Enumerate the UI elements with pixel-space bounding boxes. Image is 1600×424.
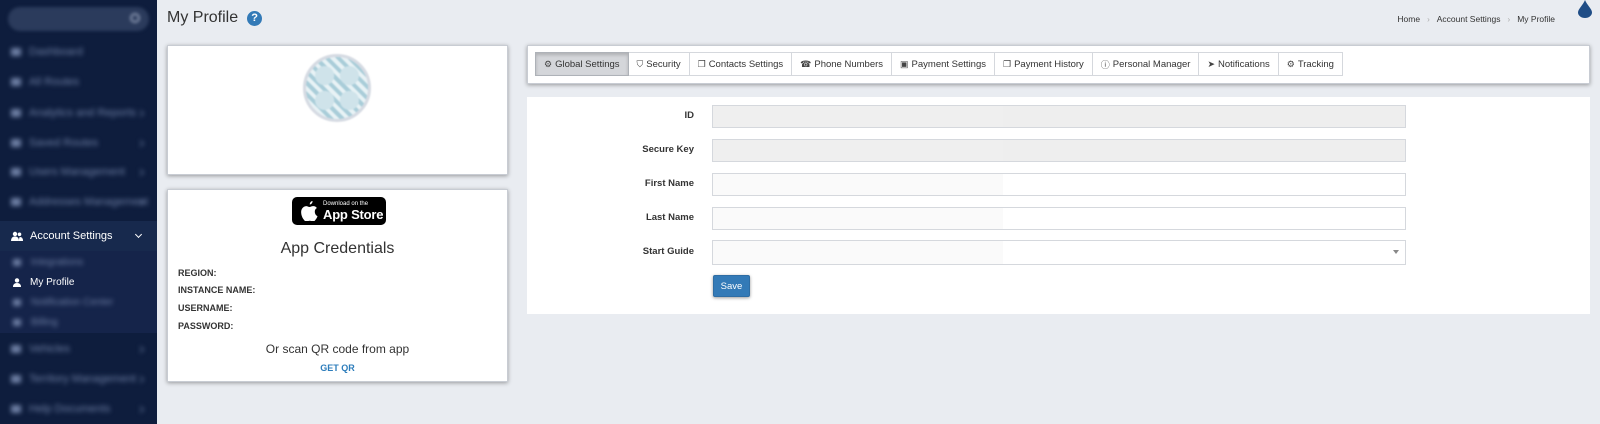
sidebar-item[interactable]: Addresses Management (0, 187, 157, 217)
global-settings-form: ID Secure Key First Name Last Name Start… (527, 97, 1590, 314)
secure-key-label: Secure Key (642, 144, 694, 155)
sidebar-subitem-label: My Profile (30, 276, 75, 288)
sidebar-item[interactable]: All Routes (0, 67, 157, 97)
sidebar-subitem[interactable]: Integrations (0, 252, 157, 272)
apple-icon (301, 201, 318, 221)
page-title-text: My Profile (167, 9, 239, 26)
credential-label: REGION: (178, 268, 217, 278)
save-button[interactable]: Save (713, 275, 750, 297)
breadcrumb-home[interactable]: Home (1397, 14, 1420, 24)
breadcrumb: Home › Account Settings › My Profile (1397, 14, 1555, 24)
sidebar-item[interactable]: Users Management (0, 157, 157, 187)
credential-label: PASSWORD: (178, 321, 234, 331)
first-name-label: First Name (644, 178, 694, 189)
sidebar-item[interactable]: Help Documents (0, 394, 157, 424)
profile-card (167, 45, 508, 175)
page-title: My Profile ? (167, 9, 263, 27)
users-icon (11, 231, 23, 241)
sidebar-item[interactable]: Analytics and Reports (0, 98, 157, 128)
tab-label: Notifications (1217, 58, 1270, 70)
sidebar-subitem[interactable]: Billing (0, 312, 157, 332)
app-store-big-text: App Store (323, 206, 384, 222)
sidebar-item[interactable]: Territory Management (0, 364, 157, 394)
tab-personal-manager[interactable]: ⓘ Personal Manager (1092, 52, 1200, 76)
start-guide-label: Start Guide (642, 246, 694, 257)
first-name-field[interactable] (712, 173, 1406, 196)
caret-down-icon (1393, 250, 1399, 254)
qr-instructions: Or scan QR code from app (265, 342, 410, 356)
sidebar-item-label: Account Settings (30, 230, 113, 242)
tab-tracking[interactable]: ⚙ Tracking (1278, 52, 1343, 76)
sidebar-item[interactable]: Dashboard (0, 37, 157, 67)
sidebar: Dashboard All Routes Analytics and Repor… (0, 0, 157, 424)
tab-label: Global Settings (555, 58, 620, 70)
tab-security[interactable]: ⛉ Security (628, 52, 690, 76)
app-credentials-card: Download on the App Store App Credential… (167, 189, 508, 382)
credential-label: INSTANCE NAME: (178, 285, 256, 295)
breadcrumb-separator-icon: › (1427, 14, 1430, 24)
phone-icon: ☎ (800, 58, 812, 69)
breadcrumb-separator-icon: › (1507, 14, 1511, 24)
user-icon (13, 277, 21, 287)
credentials-title: App Credentials (280, 240, 395, 257)
tab-contacts-settings[interactable]: ❐ Contacts Settings (689, 52, 793, 76)
tab-notifications[interactable]: ➤ Notifications (1199, 52, 1279, 76)
chevron-down-icon (134, 230, 143, 239)
search-icon (130, 13, 140, 23)
app-store-badge[interactable]: Download on the App Store (292, 197, 386, 225)
breadcrumb-current: My Profile (1517, 14, 1555, 24)
breadcrumb-account-settings[interactable]: Account Settings (1437, 14, 1501, 24)
copy-icon: ❐ (697, 58, 706, 69)
tab-label: Tracking (1297, 58, 1334, 70)
tab-label: Payment Settings (911, 58, 987, 70)
gears-icon: ⚙ (544, 58, 553, 69)
tab-label: Security (646, 58, 681, 70)
tab-phone-numbers[interactable]: ☎ Phone Numbers (792, 52, 893, 76)
credential-label: USERNAME: (178, 303, 233, 313)
avatar[interactable] (303, 54, 371, 122)
tab-label: Payment History (1014, 58, 1084, 70)
tab-label: Phone Numbers (814, 58, 884, 70)
copy-icon: ❐ (1003, 58, 1012, 69)
tab-payment-history[interactable]: ❐ Payment History (995, 52, 1093, 76)
id-field[interactable] (712, 105, 1406, 128)
last-name-field[interactable] (712, 207, 1406, 230)
tab-payment-settings[interactable]: ▣ Payment Settings (892, 52, 996, 76)
gears-icon: ⚙ (1286, 58, 1295, 69)
sidebar-item[interactable]: Vehicles (0, 334, 157, 364)
get-qr-link[interactable]: GET QR (168, 363, 507, 373)
shield-icon: ⛉ (636, 58, 644, 69)
start-guide-select[interactable] (712, 240, 1406, 265)
tab-label: Contacts Settings (708, 58, 784, 70)
tab-global-settings[interactable]: ⚙ Global Settings (535, 52, 629, 76)
sidebar-item[interactable]: Saved Routes (0, 128, 157, 158)
sidebar-subitem[interactable]: Notification Center (0, 292, 157, 312)
tab-label: Personal Manager (1112, 58, 1191, 70)
sidebar-search-input[interactable] (8, 7, 149, 31)
water-drop-icon[interactable] (1578, 0, 1592, 18)
last-name-label: Last Name (645, 212, 694, 223)
id-label: ID (684, 110, 695, 121)
sidebar-subitem-my-profile[interactable]: My Profile (0, 272, 157, 292)
help-icon[interactable]: ? (247, 10, 263, 26)
sidebar-item-account-settings[interactable]: Account Settings (0, 221, 157, 251)
settings-tabs-bar: ⚙ Global Settings ⛉ Security ❐ Contacts Set… (527, 45, 1590, 84)
location-arrow-icon: ➤ (1207, 58, 1215, 69)
info-icon: ⓘ (1100, 59, 1110, 70)
secure-key-field[interactable] (712, 139, 1406, 162)
money-icon: ▣ (900, 58, 909, 69)
